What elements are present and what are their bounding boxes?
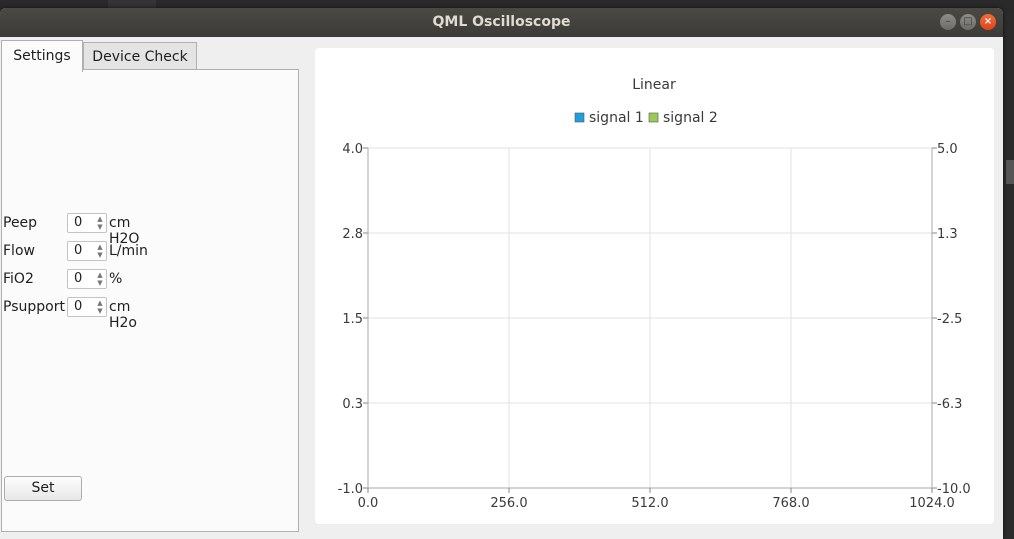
spin-arrows-icon[interactable]: ▲ ▼ [95,215,105,231]
psupport-label: Psupport [3,299,65,315]
oscilloscope-chart: Linear signal 1 signal 2 0.0 256.0 512.0 768… [315,48,994,524]
psupport-value[interactable]: 0 [74,299,82,314]
spin-arrows-icon[interactable]: ▲ ▼ [95,243,105,259]
x-tick-label: 768.0 [772,496,809,511]
chart-title: Linear [632,77,676,93]
peep-value[interactable]: 0 [74,215,82,230]
x-tick-label: 1024.0 [909,496,955,511]
minimize-icon: – [945,16,951,27]
close-icon: × [983,16,993,27]
spin-arrows-icon[interactable]: ▲ ▼ [95,271,105,287]
y-right-tick-label: -6.3 [937,397,962,412]
y-left-tick-label: 4.0 [342,142,363,157]
maximize-icon: □ [963,16,973,27]
y-left-tick-label: 2.8 [342,227,363,242]
flow-label: Flow [3,243,35,259]
psupport-unit: cm H2o [109,299,137,331]
app-window: QML Oscilloscope – □ × Settings Device C… [0,8,1003,539]
settings-panel: Peep 0 ▲ ▼ cm H2O Flow 0 ▲ ▼ L/min FiO2 0 … [1,69,299,532]
peep-label: Peep [3,215,38,231]
peep-spinbox[interactable]: 0 ▲ ▼ [67,213,107,233]
chart-svg: Linear signal 1 signal 2 0.0 256.0 512.0 768… [338,77,971,511]
y-right-tick-label: 1.3 [937,227,958,242]
close-button[interactable]: × [980,14,996,30]
minimize-button[interactable]: – [940,14,956,30]
x-tick-label: 256.0 [490,496,527,511]
flow-spinbox[interactable]: 0 ▲ ▼ [67,241,107,261]
chart-legend: signal 1 signal 2 [574,110,718,126]
fio2-spinbox[interactable]: 0 ▲ ▼ [67,269,107,289]
psupport-spinbox[interactable]: 0 ▲ ▼ [67,297,107,317]
y-left-tick-label: 0.3 [342,397,363,412]
legend-label: signal 2 [663,110,718,126]
legend-swatch [574,112,585,123]
tab-device-check[interactable]: Device Check [83,42,197,70]
legend-label: signal 1 [589,110,644,126]
y-right-tick-label: -2.5 [937,312,962,327]
maximize-button[interactable]: □ [960,14,976,30]
x-tick-label: 0.0 [358,496,379,511]
y-right-tick-label: 5.0 [937,142,958,157]
title-bar[interactable]: QML Oscilloscope – □ × [0,8,1003,37]
background-scrollbar [1006,160,1014,184]
y-left-tick-label: 1.5 [342,312,363,327]
window-title: QML Oscilloscope [432,14,571,30]
spin-arrows-icon[interactable]: ▲ ▼ [95,299,105,315]
fio2-unit: % [109,271,123,287]
tab-settings[interactable]: Settings [1,40,83,72]
set-button[interactable]: Set [4,476,82,501]
flow-unit: L/min [109,243,148,259]
chart-grid [367,147,933,489]
fio2-label: FiO2 [3,271,34,287]
flow-value[interactable]: 0 [74,243,82,258]
legend-swatch [648,112,659,123]
fio2-value[interactable]: 0 [74,271,82,286]
chart-marks: 0.0 256.0 512.0 768.0 1024.0 4.0 5.0 2.8 1.3 1.5 -… [338,142,971,511]
y-right-tick-label: -10.0 [937,482,971,497]
y-left-tick-label: -1.0 [338,482,363,497]
x-tick-label: 512.0 [631,496,668,511]
